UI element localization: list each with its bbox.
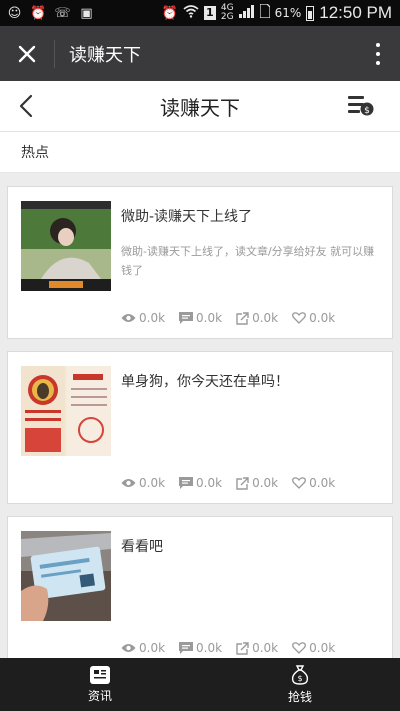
heart-icon <box>292 312 307 324</box>
battery-icon <box>306 5 315 21</box>
webview-top-bar: 读赚天下 <box>0 26 400 81</box>
view-count: 0.0k <box>121 311 165 325</box>
clock: 12:50 PM <box>319 3 392 22</box>
page-title: 读赚天下 <box>160 95 240 120</box>
status-notification-icons: ☺ ⏰ ☏ ▣ <box>0 6 95 21</box>
share-count: 0.0k <box>236 476 278 490</box>
more-dot-icon <box>376 51 380 56</box>
alarm-icon: ⏰ <box>161 5 178 21</box>
share-icon <box>236 311 249 325</box>
comment-icon <box>179 477 194 489</box>
share-count-value: 0.0k <box>252 311 279 325</box>
battery-percent: 61% <box>274 6 302 20</box>
heart-icon <box>292 477 307 489</box>
chevron-left-icon <box>19 94 33 118</box>
article-title: 微助-读赚天下上线了 <box>121 209 253 225</box>
share-count: 0.0k <box>236 311 278 325</box>
comment-count: 0.0k <box>179 476 222 490</box>
nav-item-news[interactable]: 资讯 <box>0 658 200 711</box>
view-count: 0.0k <box>121 476 165 490</box>
article-thumbnail <box>21 366 111 456</box>
view-count-value: 0.0k <box>139 641 166 655</box>
page-header: 读赚天下 $ <box>0 81 400 132</box>
article-thumbnail <box>21 531 111 621</box>
article-thumbnail <box>21 201 111 291</box>
comment-icon <box>179 312 194 324</box>
alarm-icon: ⏰ <box>30 5 47 21</box>
article-stats: 0.0k 0.0k 0.0k 0.0k <box>121 311 335 325</box>
article-card[interactable]: 看看吧 0.0k 0.0k 0.0k 0.0k <box>7 516 393 669</box>
article-title: 看看吧 <box>121 539 163 555</box>
divider <box>54 39 55 68</box>
close-button[interactable] <box>0 26 54 81</box>
article-card[interactable]: 单身狗，你今天还在单吗！ 0.0k 0.0k 0.0k 0.0k <box>7 351 393 504</box>
comment-count-value: 0.0k <box>196 476 223 490</box>
more-dot-icon <box>376 42 380 47</box>
share-icon <box>236 641 249 655</box>
like-count-value: 0.0k <box>309 641 336 655</box>
share-count-value: 0.0k <box>252 476 279 490</box>
comment-count-value: 0.0k <box>196 641 223 655</box>
svg-text:$: $ <box>297 674 302 683</box>
nav-item-label: 抢钱 <box>287 689 312 704</box>
menu-money-button[interactable]: $ <box>348 94 374 118</box>
view-count: 0.0k <box>121 641 165 655</box>
wifi-icon <box>183 4 199 22</box>
bottom-nav: 资讯 $ 抢钱 <box>0 658 400 711</box>
like-count: 0.0k <box>292 311 335 325</box>
article-card[interactable]: 微助-读赚天下上线了 微助-读赚天下上线了，读文章/分享给好友 就可以赚钱了 0… <box>7 186 393 339</box>
status-bar: ☺ ⏰ ☏ ▣ ⏰ 1 4G 2G 61% 12:50 PM <box>0 0 400 26</box>
sim-card-icon <box>258 3 271 22</box>
heart-icon <box>292 642 307 654</box>
nav-item-label: 资讯 <box>87 688 112 703</box>
article-title: 单身狗，你今天还在单吗！ <box>121 374 289 390</box>
network-2g-label: 2G <box>220 12 234 22</box>
missed-call-icon: ☏ <box>54 5 71 21</box>
article-stats: 0.0k 0.0k 0.0k 0.0k <box>121 476 335 490</box>
news-icon <box>90 665 110 684</box>
more-options-button[interactable] <box>356 26 400 81</box>
svg-text:$: $ <box>364 106 370 116</box>
share-icon <box>236 476 249 490</box>
share-count: 0.0k <box>236 641 278 655</box>
back-button[interactable] <box>14 93 40 119</box>
eye-icon <box>121 644 136 652</box>
notification-icon: ☺ <box>7 5 22 21</box>
like-count: 0.0k <box>292 476 335 490</box>
like-count-value: 0.0k <box>309 311 336 325</box>
view-count-value: 0.0k <box>139 311 166 325</box>
article-description: 微助-读赚天下上线了，读文章/分享给好友 就可以赚钱了 <box>121 245 375 277</box>
image-icon: ▣ <box>80 5 93 21</box>
view-count-value: 0.0k <box>139 476 166 490</box>
close-icon <box>18 45 36 62</box>
money-bag-icon: $ <box>291 664 309 685</box>
webview-title: 读赚天下 <box>69 44 141 66</box>
signal-icon <box>238 4 255 22</box>
list-money-icon: $ <box>348 96 374 116</box>
category-tabs: 热点 <box>0 132 400 173</box>
comment-icon <box>179 642 194 654</box>
sim-icon: 1 <box>203 6 216 20</box>
comment-count-value: 0.0k <box>196 311 223 325</box>
eye-icon <box>121 479 136 487</box>
network-type: 4G 2G <box>221 4 234 22</box>
eye-icon <box>121 314 136 322</box>
like-count-value: 0.0k <box>309 476 336 490</box>
status-right: ⏰ 1 4G 2G 61% 12:50 PM <box>162 3 400 23</box>
share-count-value: 0.0k <box>252 641 279 655</box>
nav-item-grab-money[interactable]: $ 抢钱 <box>200 658 400 711</box>
more-dot-icon <box>376 60 380 65</box>
comment-count: 0.0k <box>179 311 222 325</box>
article-stats: 0.0k 0.0k 0.0k 0.0k <box>121 641 335 655</box>
comment-count: 0.0k <box>179 641 222 655</box>
tab-hot[interactable]: 热点 <box>0 132 70 172</box>
like-count: 0.0k <box>292 641 335 655</box>
